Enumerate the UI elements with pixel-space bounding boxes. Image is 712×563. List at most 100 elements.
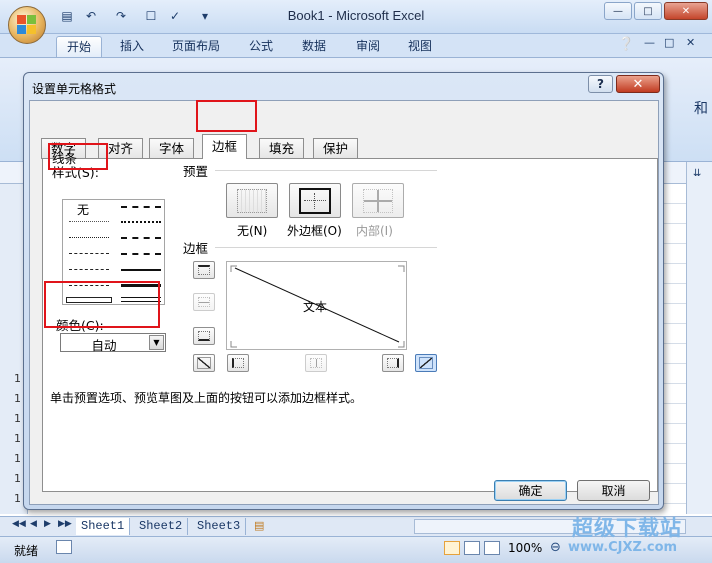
- line-style-slant-dash-dot[interactable]: [121, 221, 161, 223]
- no-border-icon: [237, 188, 267, 213]
- insert-sheet-icon[interactable]: ▤: [254, 519, 264, 532]
- macro-record-icon[interactable]: [56, 540, 72, 554]
- row-header: 1: [14, 412, 21, 425]
- ribbon-tab-data[interactable]: 数据: [292, 36, 336, 57]
- ribbon-tab-home[interactable]: 开始: [56, 36, 103, 57]
- tab-border[interactable]: 边框: [202, 134, 248, 159]
- border-label: 边框: [183, 241, 209, 256]
- border-inside-horizontal-button[interactable]: [193, 293, 215, 311]
- diagonal-down-icon: [419, 357, 433, 369]
- border-top-button[interactable]: [193, 261, 215, 279]
- row-header: 1: [14, 492, 21, 505]
- line-style-dash-dot-dot[interactable]: [69, 253, 109, 254]
- next-sheet-icon[interactable]: ▶: [44, 519, 51, 529]
- normal-view-icon[interactable]: [444, 541, 460, 555]
- line-style-dotted[interactable]: [69, 237, 109, 238]
- border-preview[interactable]: 文本: [226, 261, 407, 350]
- row-header: 1: [14, 452, 21, 465]
- cancel-button[interactable]: 取消: [577, 480, 650, 501]
- zoom-level[interactable]: 100%: [508, 541, 542, 555]
- sheet-tab-3[interactable]: Sheet3: [192, 518, 247, 535]
- tab-protection[interactable]: 保护: [313, 138, 359, 159]
- first-sheet-icon[interactable]: ◀◀: [12, 519, 26, 529]
- line-style-medium-dash-dot-dot[interactable]: [121, 206, 161, 208]
- preview-sample-text: 文本: [303, 300, 328, 314]
- border-right-button[interactable]: [382, 354, 404, 372]
- preset-none-label: 无(N): [237, 224, 268, 238]
- border-bottom-icon: [198, 331, 210, 341]
- preset-outline-button[interactable]: [289, 183, 341, 218]
- last-sheet-icon[interactable]: ▶▶: [58, 519, 72, 529]
- vertical-scrollbar[interactable]: ⇊: [686, 162, 712, 514]
- tab-fill[interactable]: 填充: [259, 138, 305, 159]
- tab-font[interactable]: 字体: [149, 138, 195, 159]
- page-break-view-icon[interactable]: [484, 541, 500, 555]
- page-layout-view-icon[interactable]: [464, 541, 480, 555]
- line-style-dash-dot[interactable]: [69, 269, 109, 270]
- highlight-style-label: [48, 143, 108, 170]
- ribbon-close-icon[interactable]: ✕: [686, 36, 695, 49]
- row-header: 1: [14, 372, 21, 385]
- border-separator: [215, 247, 437, 248]
- ribbon-tab-review[interactable]: 审阅: [346, 36, 390, 57]
- maximize-button[interactable]: □: [634, 2, 662, 20]
- border-bottom-button[interactable]: [193, 327, 215, 345]
- window-close-button[interactable]: ✕: [664, 2, 708, 20]
- office-logo-icon: [17, 15, 37, 35]
- ribbon-tab-strip: 开始 插入 页面布局 公式 数据 审阅 视图 ❔ — □ ✕: [0, 34, 712, 58]
- office-button[interactable]: [8, 6, 46, 44]
- border-diagonal-down-button[interactable]: [415, 354, 437, 372]
- line-style-none[interactable]: 无: [77, 201, 89, 218]
- row-header: 1: [14, 432, 21, 445]
- line-color-dropdown[interactable]: 自动 ▼: [60, 333, 166, 353]
- row-header: 1: [14, 472, 21, 485]
- sheet-tab-2[interactable]: Sheet2: [134, 518, 189, 535]
- border-inside-vertical-icon: [310, 358, 322, 368]
- site-watermark: 超级下载站 www.CJXZ.com: [568, 512, 708, 562]
- presets-label: 预置: [183, 164, 209, 179]
- presets-separator: [215, 170, 437, 171]
- border-left-icon: [232, 358, 244, 368]
- dialog-title: 设置单元格格式: [32, 82, 117, 96]
- watermark-title: 超级下载站: [572, 516, 682, 540]
- ribbon-tab-formulas[interactable]: 公式: [239, 36, 283, 57]
- outline-border-icon: [299, 187, 331, 214]
- chevron-down-icon[interactable]: ▼: [149, 335, 164, 350]
- inside-border-icon: [363, 188, 393, 213]
- dialog-close-button[interactable]: ✕: [616, 75, 660, 93]
- prev-sheet-icon[interactable]: ◀: [30, 519, 37, 529]
- preset-inside-button[interactable]: [352, 183, 404, 218]
- border-left-button[interactable]: [227, 354, 249, 372]
- border-inside-horizontal-icon: [198, 297, 210, 307]
- ribbon-tab-page-layout[interactable]: 页面布局: [162, 36, 230, 57]
- preset-outline-label: 外边框(O): [287, 224, 342, 238]
- line-color-value: 自动: [91, 338, 117, 353]
- highlight-border-tab: [196, 100, 257, 132]
- ok-button[interactable]: 确定: [494, 480, 567, 501]
- border-hint-text: 单击预置选项、预览草图及上面的按钮可以添加边框样式。: [50, 391, 363, 405]
- ribbon-partial-label: 和: [694, 101, 708, 117]
- watermark-url: www.CJXZ.com: [568, 540, 678, 555]
- diagonal-up-icon: [197, 357, 211, 369]
- line-style-hair[interactable]: [69, 221, 109, 222]
- help-icon[interactable]: ❔: [618, 37, 634, 52]
- line-style-medium-dashed[interactable]: [121, 253, 161, 255]
- ribbon-minimize-icon[interactable]: —: [644, 36, 655, 49]
- sheet-tab-1[interactable]: Sheet1: [76, 518, 131, 535]
- status-ready: 就绪: [14, 544, 39, 558]
- preset-inside-label: 内部(I): [356, 224, 393, 238]
- dialog-help-button[interactable]: ?: [588, 75, 613, 93]
- line-style-medium[interactable]: [121, 269, 161, 271]
- minimize-button[interactable]: —: [604, 2, 632, 20]
- row-header: 1: [14, 392, 21, 405]
- zoom-out-icon[interactable]: ⊖: [550, 540, 561, 555]
- border-inside-vertical-button[interactable]: [305, 354, 327, 372]
- line-style-medium-dash-dot[interactable]: [121, 237, 161, 239]
- border-right-icon: [387, 358, 399, 368]
- border-top-icon: [198, 265, 210, 275]
- ribbon-tab-view[interactable]: 视图: [398, 36, 442, 57]
- ribbon-restore-icon[interactable]: □: [664, 36, 674, 49]
- preset-none-button[interactable]: [226, 183, 278, 218]
- border-diagonal-up-button[interactable]: [193, 354, 215, 372]
- ribbon-tab-insert[interactable]: 插入: [110, 36, 154, 57]
